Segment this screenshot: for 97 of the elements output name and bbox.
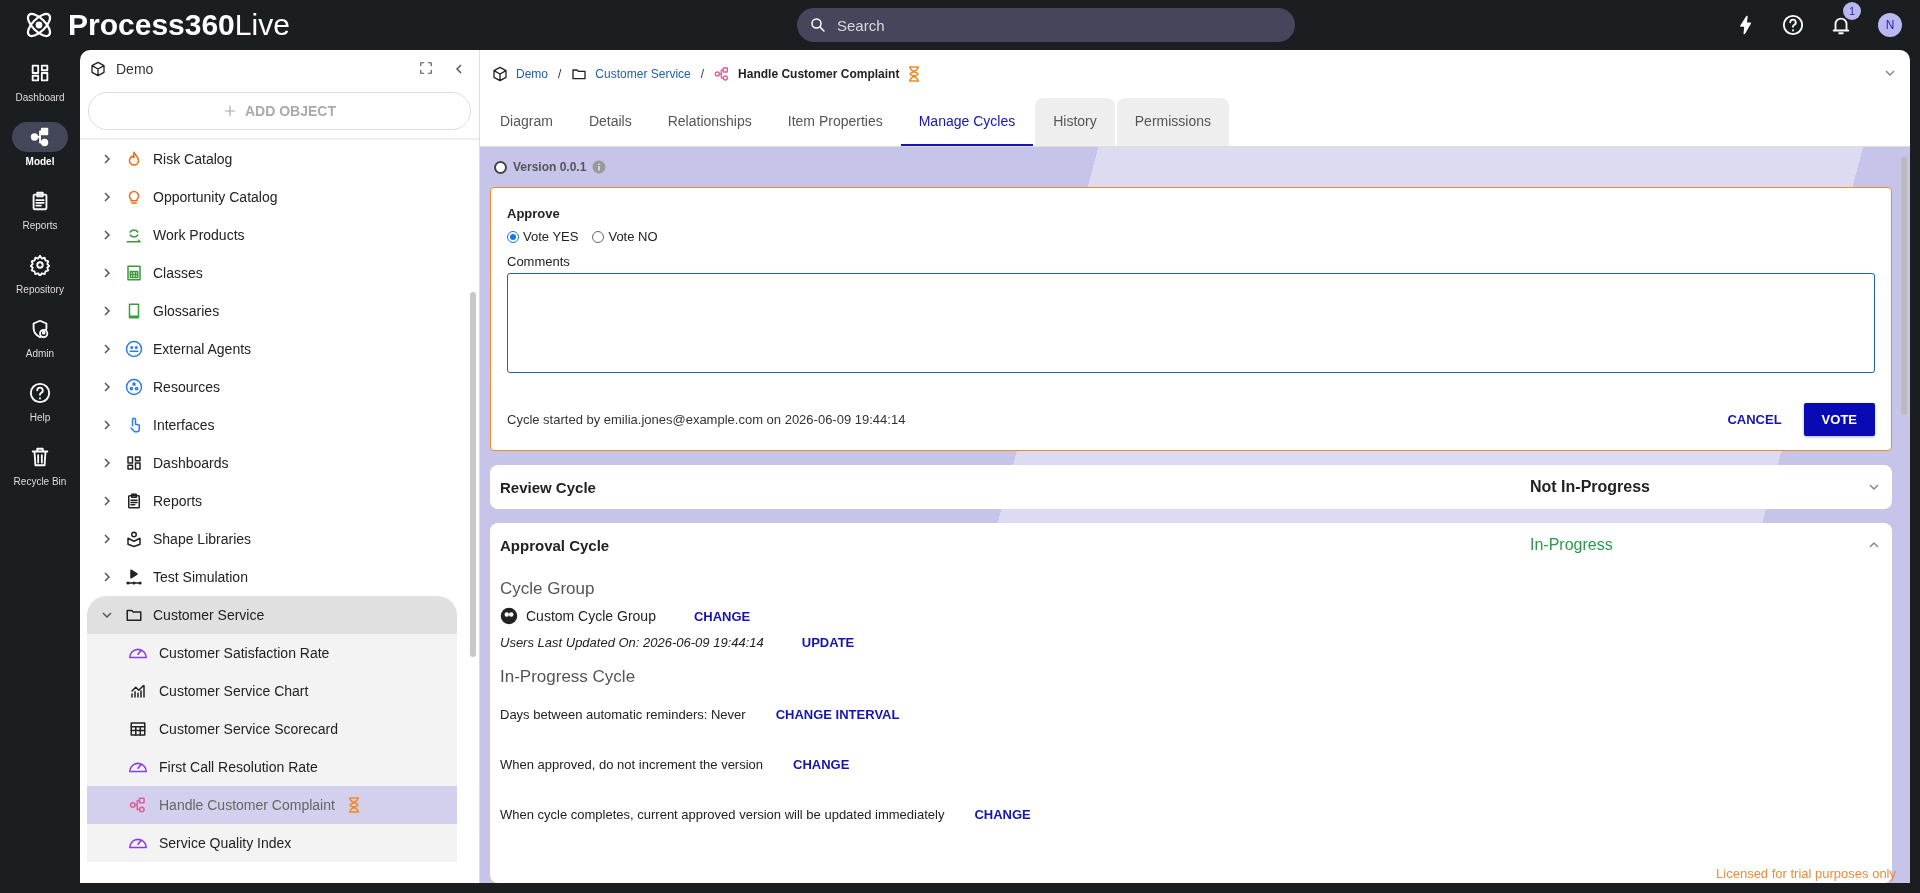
change-link[interactable]: CHANGE INTERVAL (769, 704, 906, 724)
setting-text: Days between automatic reminders: Never (500, 706, 746, 722)
chart-icon (129, 682, 147, 700)
folder-icon (571, 66, 588, 82)
tree-item[interactable]: Risk Catalog (87, 140, 457, 178)
scrollbar-thumb[interactable] (470, 292, 476, 657)
tree-item[interactable]: Dashboards (87, 444, 457, 482)
section-heading: Cycle Group (500, 579, 596, 599)
vote-option[interactable]: Vote YES (507, 229, 579, 244)
breadcrumb-separator: / (699, 67, 706, 81)
tree-item[interactable]: Shape Libraries (87, 520, 457, 558)
setting-text: When approved, do not increment the version (500, 756, 764, 772)
nav-item[interactable]: Recycle Bin (0, 442, 80, 506)
agents-icon (125, 340, 143, 358)
nav-item[interactable]: Dashboard (0, 58, 80, 122)
cube-icon (492, 66, 508, 82)
resources-icon (125, 378, 143, 396)
tree-item[interactable]: Service Quality Index (87, 824, 457, 862)
tree-item[interactable]: Customer Satisfaction Rate (87, 634, 457, 672)
scrollbar-thumb[interactable] (1901, 157, 1907, 415)
tab[interactable]: Relationships (649, 98, 770, 146)
trash-icon (29, 446, 51, 468)
breadcrumb-link[interactable]: Customer Service (595, 67, 691, 81)
tab[interactable]: History (1035, 98, 1115, 146)
tree-item[interactable]: Handle Customer Complaint (87, 786, 457, 824)
section-heading: In-Progress Cycle (500, 667, 637, 687)
group-icon (500, 607, 518, 625)
clipboard-icon (125, 492, 143, 510)
cycle-started-text: Cycle started by emilia.jones@example.com on 2026-06-09 19:44:14 (507, 412, 907, 427)
change-link[interactable]: CHANGE (968, 804, 1037, 824)
version-radio[interactable] (494, 160, 507, 174)
setting-text: When cycle completes, current approved version will be updated immediately (500, 806, 945, 822)
cycle-status: Not In-Progress (1530, 478, 1651, 496)
help-icon (29, 382, 51, 404)
tree-item[interactable]: Customer Service Chart (87, 672, 457, 710)
fullscreen-icon (419, 61, 433, 75)
process-icon (714, 66, 731, 82)
tree-item[interactable]: Resources (87, 368, 457, 406)
tab[interactable]: Item Properties (769, 98, 901, 146)
vote-option[interactable]: Vote NO (592, 229, 658, 244)
tree-item[interactable]: Glossaries (87, 292, 457, 330)
version-label: Version 0.0.1 (513, 160, 587, 174)
plus-icon (223, 104, 237, 118)
breadcrumb-link[interactable]: Demo (516, 67, 548, 81)
cycle-status: In-Progress (1530, 536, 1614, 554)
update-link[interactable]: UPDATE (795, 632, 861, 652)
tree-title: Demo (116, 61, 155, 77)
hierarchy-icon (29, 126, 51, 148)
tree-item[interactable]: Reports (87, 482, 457, 520)
settings-icon (29, 254, 51, 276)
nav-item[interactable]: Model (0, 122, 80, 186)
nav-item[interactable]: Help (0, 378, 80, 442)
cube-icon (90, 61, 106, 77)
comments-label: Comments (507, 254, 571, 269)
dashboard-icon (29, 62, 51, 84)
search-field[interactable]: Search (797, 8, 1295, 42)
comments-field[interactable] (507, 273, 1875, 373)
shapes-icon (125, 530, 143, 548)
cycle-title: Approval Cycle (500, 536, 611, 554)
breadcrumb-separator: / (557, 67, 563, 81)
process-icon (129, 796, 147, 814)
vote-button[interactable]: VOTE (1803, 403, 1875, 436)
tree-item[interactable]: Test Simulation (87, 558, 457, 596)
cancel-button[interactable]: CANCEL (1713, 403, 1796, 436)
users-updated-text: Users Last Updated On: 2026-06-09 19:44:14 (500, 634, 764, 650)
table-icon (129, 720, 147, 738)
app-logo-suffix: Live (234, 8, 290, 41)
tree-item[interactable]: External Agents (87, 330, 457, 368)
dashboard-icon (125, 454, 143, 472)
tree-item[interactable]: Customer Service (87, 596, 457, 634)
user-avatar[interactable]: N (1878, 13, 1902, 37)
help-icon (1782, 14, 1804, 36)
notification-badge: 1 (1843, 2, 1861, 20)
tab[interactable]: Details (570, 98, 650, 146)
cycle-title: Review Cycle (500, 478, 597, 496)
recycle-icon (125, 226, 143, 244)
tree-item[interactable]: Work Products (87, 216, 457, 254)
vote-title: Approve (507, 206, 561, 221)
play-icon (125, 568, 143, 586)
tab[interactable]: Diagram (482, 98, 571, 146)
change-link[interactable]: CHANGE (787, 754, 856, 774)
nav-item[interactable]: Admin (0, 314, 80, 378)
tree-item[interactable]: Classes (87, 254, 457, 292)
cycle-group-name: Custom Cycle Group (526, 608, 656, 624)
tab[interactable]: Permissions (1116, 98, 1229, 146)
tree-item[interactable]: First Call Resolution Rate (87, 748, 457, 786)
app-logo-text: Process360 (68, 8, 235, 41)
breadcrumb-current: Handle Customer Complaint (738, 67, 900, 81)
license-note: Licensed for trial purposes only (1716, 866, 1896, 881)
change-link[interactable]: CHANGE (687, 606, 757, 626)
info-icon (592, 160, 607, 174)
tree-item[interactable]: Customer Service Scorecard (87, 710, 457, 748)
nav-item[interactable]: Reports (0, 186, 80, 250)
calculator-icon (125, 264, 143, 282)
nav-item[interactable]: Repository (0, 250, 80, 314)
tree-item[interactable]: Interfaces (87, 406, 457, 444)
tree-item[interactable]: Opportunity Catalog (87, 178, 457, 216)
